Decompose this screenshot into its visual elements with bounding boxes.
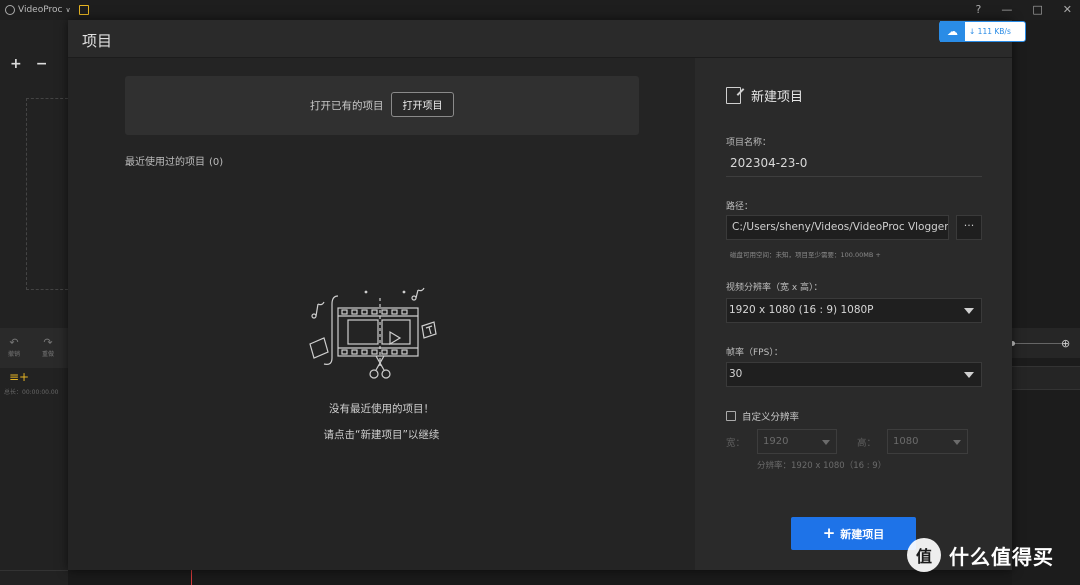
app-name: VideoProc [18,5,63,15]
redo-label: 重做 [41,351,54,358]
close-button[interactable]: ✕ [1063,3,1072,16]
divider [0,570,68,571]
media-add-remove: + − [10,56,47,72]
preview-panel [1012,20,1080,585]
watermark: 值 什么值得买 [907,538,1054,572]
redo-button[interactable]: ↷ 重做 [36,336,60,358]
empty-message: 没有最近使用的项目！ [329,403,434,415]
empty-hint: 请点击“新建项目”以继续 [323,429,440,441]
recent-projects-title: 最近使用过的项目 (0) [125,153,223,168]
caret-down-icon [822,440,830,445]
browse-path-button[interactable]: ··· [956,215,982,240]
edit-document-icon [726,87,741,104]
fps-value: 30 [729,368,743,380]
save-icon[interactable] [78,5,89,15]
project-path-input[interactable]: C:/Users/sheny/Videos/VideoProc Vlogger/… [726,215,949,240]
media-drop-zone[interactable] [26,98,68,290]
network-speed-widget[interactable]: ☁ ↓ 111 KB/s [939,21,1026,42]
add-media-button[interactable]: + [10,56,22,72]
resolution-hint: 分辨率：1920 x 1080（16 : 9） [757,461,887,471]
open-existing-box: 打开已有的项目 打开项目 [125,76,639,135]
chevron-down-icon: ∨ [65,6,71,14]
resolution-label: 视频分辨率（宽 x 高）： [726,283,823,293]
watermark-logo: 值 [907,538,941,572]
timeline-playhead[interactable] [191,570,192,585]
remove-media-button[interactable]: − [36,56,48,72]
width-value: 1920 [763,436,789,447]
new-project-header: 新建项目 [726,86,803,105]
download-speed-value: 111 KB/s [977,27,1011,36]
timeline-track-header [1012,366,1080,390]
media-library-panel: + − ↶ 撤销 ↷ 重做 ≡+ 总长：00:00:00.00 [0,20,68,585]
edit-toolbar: ↶ 撤销 ↷ 重做 [0,328,68,368]
videoproc-logo-icon [5,5,15,15]
new-project-pane: 新建项目 项目名称： 202304-23-0 路径： C:/Users/shen… [695,58,1012,570]
help-button[interactable]: ? [976,3,982,16]
dialog-title: 项目 [82,32,113,50]
redo-icon: ↷ [43,336,53,349]
fps-label: 帧率（FPS）： [726,348,783,358]
plus-icon: + [822,524,836,542]
window-controls: ? — □ ✕ [976,3,1072,16]
zoom-in-icon[interactable]: ⊕ [1061,337,1070,350]
cloud-icon: ☁ [940,21,965,42]
total-duration: 总长：00:00:00.00 [4,389,59,396]
path-label: 路径： [726,202,754,212]
height-value: 1080 [893,436,919,447]
custom-resolution-checkbox[interactable] [726,411,736,421]
resolution-value: 1920 x 1080 (16 : 9) 1080P [729,304,874,316]
height-label: 高： [857,438,877,449]
caret-down-icon [964,308,974,314]
height-select[interactable]: 1080 [887,429,968,454]
undo-label: 撤销 [7,351,20,358]
project-name-underline [726,176,982,177]
caret-down-icon [953,440,961,445]
create-project-label: 新建项目 [840,527,885,541]
project-name-label: 项目名称： [726,138,772,148]
download-speed: ↓ 111 KB/s [969,27,1011,36]
app-titlebar: VideoProc ∨ ? — □ ✕ [0,0,1080,20]
width-select[interactable]: 1920 [757,429,837,454]
recent-projects-label: 最近使用过的项目 [125,157,205,168]
create-project-button[interactable]: + 新建项目 [791,517,916,550]
fps-select[interactable]: 30 [726,362,982,387]
open-project-button[interactable]: 打开项目 [391,92,454,117]
custom-resolution-label: 自定义分辨率 [742,412,800,423]
app-logo[interactable]: VideoProc ∨ [0,5,71,15]
recent-projects-pane: 打开已有的项目 打开项目 最近使用过的项目 (0) 没有最近使用的项目！ 请点击… [68,58,695,570]
new-project-title: 新建项目 [751,90,804,105]
dialog-header: 项目 [68,20,1012,58]
caret-down-icon [964,372,974,378]
watermark-text: 什么值得买 [949,544,1054,569]
resolution-select[interactable]: 1920 x 1080 (16 : 9) 1080P [726,298,982,323]
project-name-input[interactable]: 202304-23-0 [730,156,807,170]
disk-space-info: 磁盘可用空间：未知，项目至少需要：100.00MB + [730,251,881,259]
undo-button[interactable]: ↶ 撤销 [2,336,26,358]
minimize-button[interactable]: — [1001,3,1012,16]
width-label: 宽： [726,438,746,449]
add-track-icon[interactable]: ≡+ [9,370,29,384]
custom-resolution-row: 自定义分辨率 [726,409,799,423]
maximize-button[interactable]: □ [1032,3,1042,16]
recent-projects-count: (0) [209,157,224,168]
project-dialog: 项目 打开已有的项目 打开项目 最近使用过的项目 (0) 没有最近使用的项目！ … [68,20,1012,570]
undo-icon: ↶ [9,336,19,349]
zoom-slider[interactable] [1012,343,1066,344]
open-existing-label: 打开已有的项目 [310,100,384,112]
empty-projects-illustration-icon [309,287,437,379]
